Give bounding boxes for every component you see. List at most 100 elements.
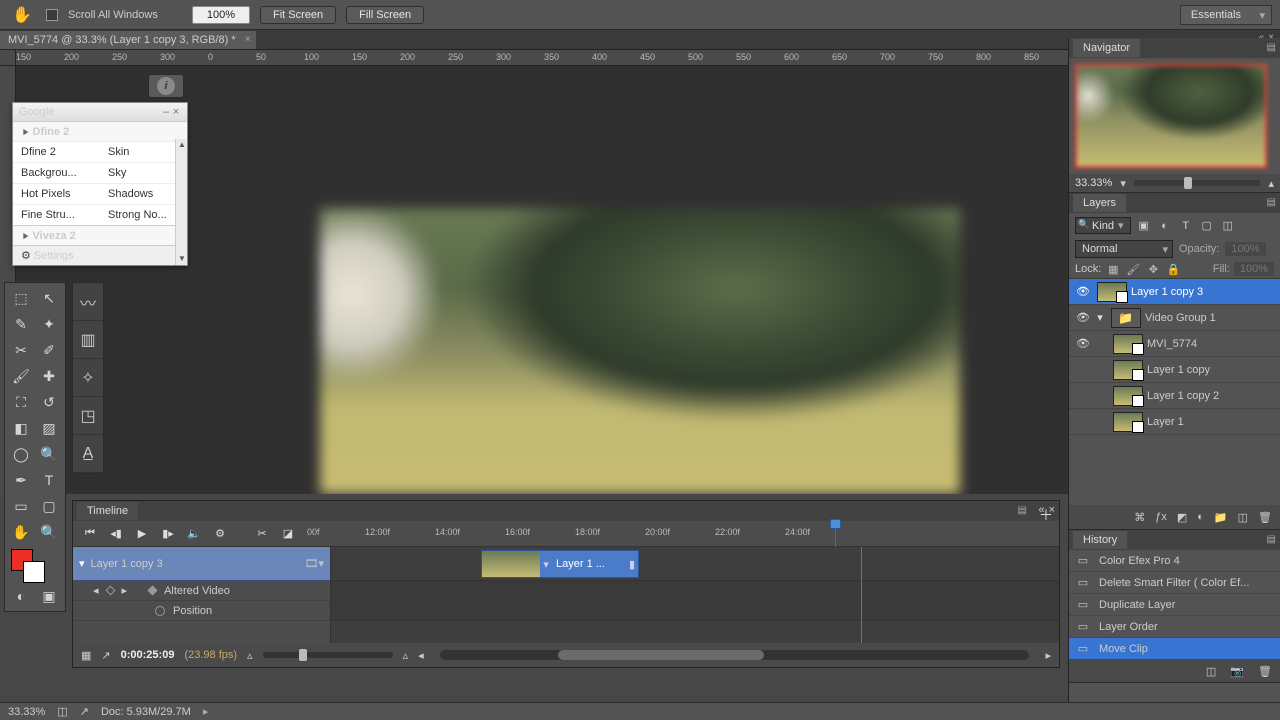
transition-icon[interactable]: ◪ <box>279 527 297 540</box>
brush-tool-icon[interactable]: 🖌 <box>7 363 35 389</box>
fx-icon[interactable]: ƒx <box>1155 511 1167 523</box>
zoom-out-icon[interactable]: ▾ <box>1120 177 1126 190</box>
zoom-out-small-icon[interactable]: ▵ <box>247 649 253 662</box>
nik-settings-row[interactable]: ⚙ Settings <box>13 245 187 265</box>
minimize-icon[interactable]: – <box>161 106 171 118</box>
timeline-options-icon[interactable]: ▦ <box>81 649 91 662</box>
current-time[interactable]: 0:00:25:09 <box>121 649 175 661</box>
eraser-tool-icon[interactable]: ◧ <box>7 415 35 441</box>
filter-smart-icon[interactable]: ◫ <box>1219 219 1237 232</box>
trash-icon[interactable]: 🗑 <box>1258 511 1272 524</box>
group-expand-icon[interactable]: ▾ <box>1093 311 1107 324</box>
next-frame-icon[interactable]: ▮▸ <box>159 527 177 540</box>
group-icon[interactable]: 📁 <box>1214 511 1228 524</box>
nik-preset[interactable]: Shadows <box>100 183 187 204</box>
layer-row[interactable]: 👁MVI_5774 <box>1069 331 1280 357</box>
timeline-settings-icon[interactable]: ⚙ <box>211 527 229 540</box>
video-clip[interactable]: ▾ Layer 1 ... ▮ <box>481 550 639 578</box>
layer-row[interactable]: 👁▾Video Group 1 <box>1069 305 1280 331</box>
magic-wand-tool-icon[interactable]: ✦ <box>35 311 63 337</box>
layer-name[interactable]: Layer 1 copy 3 <box>1131 286 1276 298</box>
visibility-eye-icon[interactable]: 👁 <box>1073 389 1093 402</box>
marquee-tool-icon[interactable]: ⬚ <box>7 285 35 311</box>
collapsed-panel-3-icon[interactable]: ✧ <box>73 359 103 397</box>
visibility-eye-icon[interactable]: 👁 <box>1073 337 1093 350</box>
history-brush-tool-icon[interactable]: ↺ <box>35 389 63 415</box>
nik-preset[interactable]: Skin <box>100 141 187 162</box>
prev-frame-icon[interactable]: ◂▮ <box>107 527 125 540</box>
quickmask-icon[interactable]: ◐ <box>7 583 35 609</box>
layer-filter-kind[interactable]: Kind <box>1075 217 1131 234</box>
status-zoom[interactable]: 33.33% <box>8 706 45 718</box>
render-icon[interactable]: ↗ <box>101 649 110 662</box>
layers-tab[interactable]: Layers <box>1073 194 1126 212</box>
layer-thumbnail[interactable] <box>1097 282 1127 302</box>
go-start-icon[interactable]: ⏮ <box>81 527 99 540</box>
layer-row[interactable]: 👁Layer 1 copy 3 <box>1069 279 1280 305</box>
track-lane[interactable]: ▾ Layer 1 ... ▮ <box>331 547 1059 581</box>
lock-position-icon[interactable]: ✥ <box>1145 263 1161 276</box>
layer-thumbnail[interactable] <box>1113 412 1143 432</box>
layer-row[interactable]: 👁Layer 1 copy 2 <box>1069 383 1280 409</box>
status-icon1[interactable]: ◫ <box>57 705 67 718</box>
nik-preset[interactable]: Dfine 2 <box>13 141 100 162</box>
track-prop-position[interactable]: Position <box>73 601 330 621</box>
scroll-right-icon[interactable]: ▸ <box>1045 649 1051 662</box>
navigator-zoom-value[interactable]: 33.33% <box>1075 177 1112 189</box>
clip-end-icon[interactable]: ▮ <box>626 558 638 571</box>
stamp-tool-icon[interactable]: ⛶ <box>7 389 35 415</box>
nik-scrollbar[interactable]: ▲ ▼ <box>175 139 187 265</box>
history-state[interactable]: ▭Move Clip <box>1069 638 1280 660</box>
history-tab[interactable]: History <box>1073 531 1127 549</box>
track-header[interactable]: ▾ Layer 1 copy 3 🎞▾ <box>73 547 330 581</box>
fill-screen-button[interactable]: Fill Screen <box>346 6 424 24</box>
blend-mode-select[interactable]: Normal <box>1075 240 1173 258</box>
collapsed-panel-5-icon[interactable]: A̲ <box>73 435 103 473</box>
eyedropper-tool-icon[interactable]: ✐ <box>35 337 63 363</box>
panel-menu-icon[interactable]: ▤ <box>1267 42 1276 53</box>
lasso-tool-icon[interactable]: ✎ <box>7 311 35 337</box>
fill-value[interactable]: 100% <box>1234 262 1274 276</box>
keyframe-diamond-icon[interactable] <box>105 586 115 596</box>
track-prop-altered-video[interactable]: ◂ ▸ Altered Video <box>73 581 330 601</box>
play-icon[interactable]: ▶ <box>133 527 151 540</box>
scroll-all-checkbox[interactable] <box>46 9 58 21</box>
status-flyout-icon[interactable]: ▸ <box>203 705 209 718</box>
history-snapshot-icon[interactable]: ◫ <box>1206 665 1216 678</box>
nik-preset[interactable]: Fine Stru... <box>13 204 100 225</box>
nik-preset[interactable]: Sky <box>100 162 187 183</box>
fit-screen-button[interactable]: Fit Screen <box>260 6 336 24</box>
nik-preset[interactable]: Hot Pixels <box>13 183 100 204</box>
history-state[interactable]: ▭Duplicate Layer <box>1069 594 1280 616</box>
layer-thumbnail[interactable] <box>1113 360 1143 380</box>
screenmode-icon[interactable]: ▣ <box>35 583 63 609</box>
add-track-icon[interactable]: ＋ <box>1039 505 1053 525</box>
history-camera-icon[interactable]: 📷 <box>1230 665 1244 678</box>
adjustment-icon[interactable]: ◐ <box>1197 511 1204 523</box>
move-tool-icon[interactable]: ↖ <box>35 285 63 311</box>
visibility-eye-icon[interactable]: 👁 <box>1073 363 1093 376</box>
layer-name[interactable]: Layer 1 <box>1147 416 1276 428</box>
history-trash-icon[interactable]: 🗑 <box>1258 665 1272 678</box>
timeline-ruler[interactable]: 00f12:00f14:00f16:00f18:00f20:00f22:00f2… <box>305 521 1059 547</box>
keyframe-lane[interactable] <box>331 581 1059 621</box>
playhead[interactable] <box>835 521 836 547</box>
navigator-thumbnail[interactable] <box>1075 64 1267 168</box>
playhead-flag-icon[interactable] <box>830 519 841 529</box>
visibility-eye-icon[interactable]: 👁 <box>1073 311 1093 324</box>
scroll-left-icon[interactable]: ◂ <box>418 649 424 662</box>
zoom-level-field[interactable]: 100% <box>192 6 250 24</box>
mute-icon[interactable]: 🔈 <box>185 527 203 540</box>
layer-row[interactable]: 👁Layer 1 <box>1069 409 1280 435</box>
history-state[interactable]: ▭Layer Order <box>1069 616 1280 638</box>
collapsed-panel-1-icon[interactable]: 〰 <box>73 283 103 321</box>
layer-name[interactable]: Layer 1 copy <box>1147 364 1276 376</box>
document-tab[interactable]: MVI_5774 @ 33.3% (Layer 1 copy 3, RGB/8)… <box>0 31 256 49</box>
stopwatch-icon[interactable] <box>155 606 165 616</box>
keyframe-set-icon[interactable] <box>148 586 158 596</box>
info-badge[interactable]: i <box>148 74 184 98</box>
nik-section-viveza[interactable]: ▸Viveza 2 <box>13 225 187 245</box>
mask-icon[interactable]: ◩ <box>1177 511 1187 524</box>
panel-menu-icon[interactable]: ▤ <box>1267 534 1276 545</box>
pen-tool-icon[interactable]: ✒ <box>7 467 35 493</box>
